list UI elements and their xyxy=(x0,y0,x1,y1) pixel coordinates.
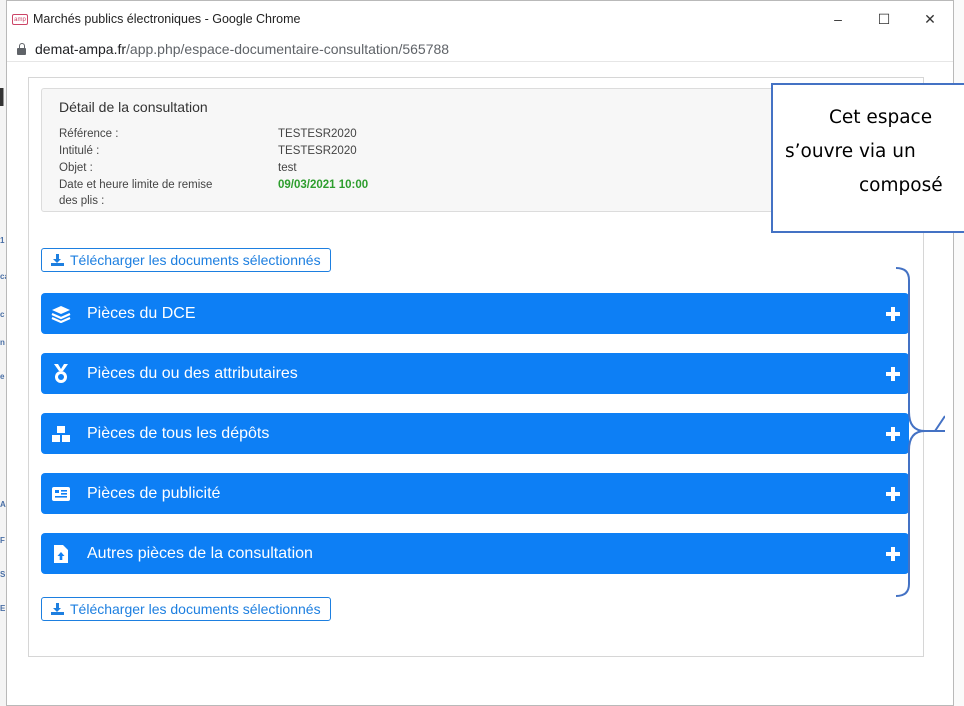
boxes-icon xyxy=(50,423,72,445)
reference-label: Référence : xyxy=(59,128,119,140)
section-label: Pièces du ou des attributaires xyxy=(87,364,298,382)
intitule-label: Intitulé : xyxy=(59,145,100,157)
annotation-callout: Cet espace s’ouvre via un composé xyxy=(771,83,964,233)
section-pieces-attributaires[interactable]: Pièces du ou des attributaires xyxy=(41,353,909,394)
callout-line-2: s’ouvre via un xyxy=(785,141,916,162)
download-icon xyxy=(51,603,64,615)
objet-label: Objet : xyxy=(59,162,93,174)
url-path: /app.php/espace-documentaire-consultatio… xyxy=(126,41,450,57)
detail-title: Détail de la consultation xyxy=(59,99,208,115)
callout-line-3: composé xyxy=(859,175,943,196)
intitule-value: TESTESR2020 xyxy=(278,145,357,157)
section-pieces-dce[interactable]: Pièces du DCE xyxy=(41,293,909,334)
section-autres-pieces[interactable]: Autres pièces de la consultation xyxy=(41,533,909,574)
maximize-button[interactable]: ☐ xyxy=(861,1,907,37)
lock-icon[interactable] xyxy=(17,43,26,55)
section-label: Autres pièces de la consultation xyxy=(87,544,313,562)
file-upload-icon xyxy=(50,543,72,565)
title-bar: amp Marchés publics électroniques - Goog… xyxy=(7,1,953,37)
window-title: Marchés publics électroniques - Google C… xyxy=(33,12,301,26)
download-label: Télécharger les documents sélectionnés xyxy=(70,252,321,268)
download-selected-button-bottom[interactable]: Télécharger les documents sélectionnés xyxy=(41,597,331,621)
reference-value: TESTESR2020 xyxy=(278,128,357,140)
section-pieces-depots[interactable]: Pièces de tous les dépôts xyxy=(41,413,909,454)
section-label: Pièces de publicité xyxy=(87,484,221,502)
layers-icon xyxy=(50,303,72,325)
download-icon xyxy=(51,254,64,266)
section-pieces-publicite[interactable]: Pièces de publicité xyxy=(41,473,909,514)
download-selected-button-top[interactable]: Télécharger les documents sélectionnés xyxy=(41,248,331,272)
window-controls: – ☐ ✕ xyxy=(815,1,953,37)
close-button[interactable]: ✕ xyxy=(907,1,953,37)
callout-line-1: Cet espace xyxy=(829,107,933,128)
medal-icon xyxy=(50,363,72,385)
objet-value: test xyxy=(278,162,297,174)
deadline-value: 09/03/2021 10:00 xyxy=(278,179,369,191)
url-host: demat-ampa.fr xyxy=(35,41,127,57)
address-bar[interactable]: demat-ampa.fr/app.php/espace-documentair… xyxy=(7,37,953,62)
site-favicon: amp xyxy=(12,13,28,25)
download-label: Télécharger les documents sélectionnés xyxy=(70,601,321,617)
deadline-label: Date et heure limite de remise xyxy=(59,179,213,191)
section-label: Pièces du DCE xyxy=(87,304,196,322)
callout-bracket xyxy=(895,267,945,597)
newspaper-icon xyxy=(50,483,72,505)
section-label: Pièces de tous les dépôts xyxy=(87,424,270,442)
deadline-label-cont: des plis : xyxy=(59,195,105,207)
minimize-button[interactable]: – xyxy=(815,1,861,37)
